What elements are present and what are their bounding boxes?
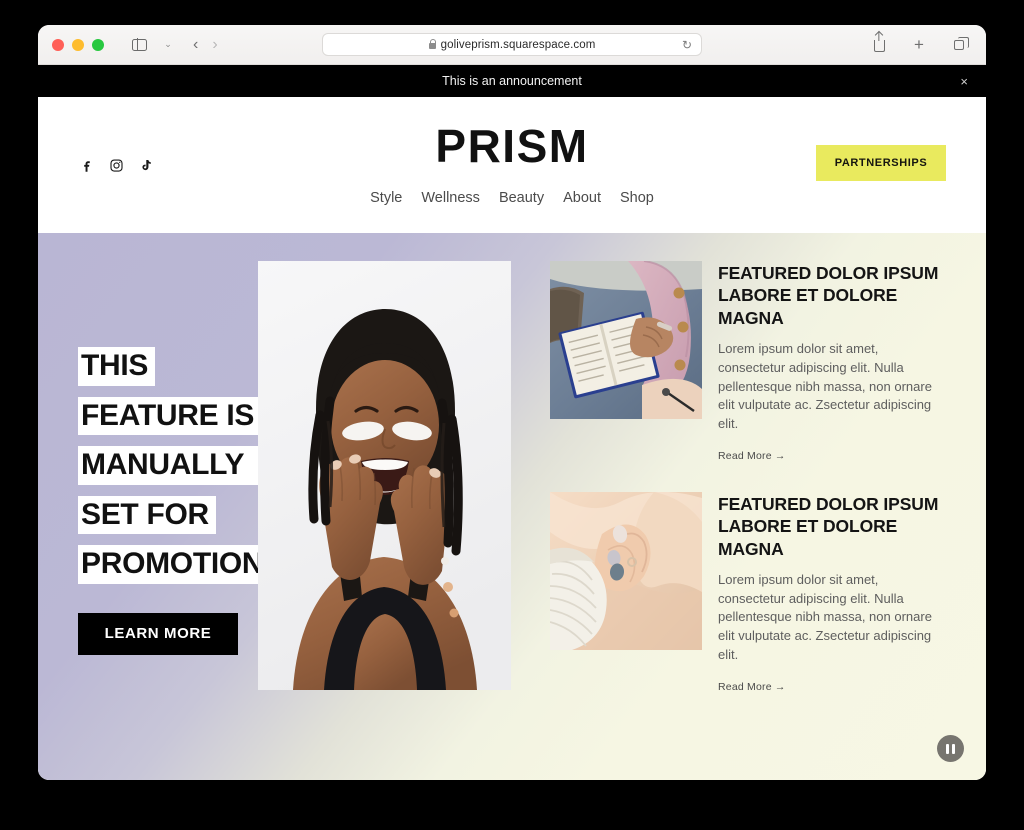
url-text: goliveprism.squarespace.com bbox=[440, 38, 596, 51]
back-button[interactable]: ‹ bbox=[193, 36, 198, 53]
sidebar-icon bbox=[131, 38, 147, 51]
minimize-window-button[interactable] bbox=[72, 38, 84, 51]
feature-thumbnail-fabric[interactable] bbox=[550, 491, 702, 650]
browser-window: ⌄ ‹ › goliveprism.squarespace.com ↻ + Th… bbox=[38, 25, 986, 780]
tabs-overview-icon bbox=[954, 37, 969, 50]
announcement-bar: This is an announcement × bbox=[38, 65, 986, 97]
learn-more-button[interactable]: LEARN MORE bbox=[78, 612, 238, 655]
close-window-button[interactable] bbox=[52, 38, 64, 51]
pause-icon-bar-2 bbox=[952, 743, 955, 754]
navigation-controls: ‹ › bbox=[193, 36, 218, 53]
slideshow-pause-button[interactable] bbox=[937, 735, 964, 762]
forward-button[interactable]: › bbox=[212, 36, 217, 53]
headline-line-1: THIS bbox=[78, 347, 156, 386]
nav-item-wellness[interactable]: Wellness bbox=[421, 190, 480, 206]
zoom-window-button[interactable] bbox=[92, 38, 104, 51]
share-button[interactable] bbox=[866, 33, 892, 57]
sidebar-dropdown-button[interactable]: ⌄ bbox=[155, 33, 181, 57]
lock-icon bbox=[428, 38, 437, 49]
window-controls bbox=[52, 38, 104, 51]
arrow-right-icon: → bbox=[774, 680, 786, 693]
chevron-down-icon: ⌄ bbox=[164, 39, 172, 49]
feature-thumbnail-reading[interactable] bbox=[550, 261, 702, 419]
address-bar[interactable]: goliveprism.squarespace.com ↻ bbox=[322, 33, 702, 56]
pause-icon bbox=[946, 743, 949, 754]
feature-body: FEATURED DOLOR IPSUM LABORE ET DOLORE MA… bbox=[718, 492, 943, 695]
feature-title: FEATURED DOLOR IPSUM LABORE ET DOLORE MA… bbox=[718, 263, 939, 328]
feature-title: FEATURED DOLOR IPSUM LABORE ET DOLORE MA… bbox=[718, 493, 939, 559]
headline-line-5: PROMOTION bbox=[78, 545, 271, 584]
tab-overview-button[interactable] bbox=[946, 33, 972, 57]
nav-item-beauty[interactable]: Beauty bbox=[499, 190, 544, 206]
toolbar-right-actions: + bbox=[866, 33, 972, 57]
partnerships-button[interactable]: PARTNERSHIPS bbox=[816, 145, 946, 181]
featured-articles-list: FEATURED DOLOR IPSUM LABORE ET DOLORE MA… bbox=[550, 261, 943, 723]
toggle-sidebar-button[interactable] bbox=[126, 33, 152, 57]
read-more-label: Read More bbox=[718, 449, 772, 462]
feature-description: Lorem ipsum dolor sit amet, consectetur … bbox=[718, 341, 932, 432]
read-more-link[interactable]: Read More → bbox=[718, 450, 786, 462]
feature-card[interactable]: FEATURED DOLOR IPSUM LABORE ET DOLORE MA… bbox=[550, 261, 943, 464]
close-icon[interactable]: × bbox=[960, 75, 968, 88]
read-more-label: Read More bbox=[718, 680, 772, 693]
announcement-text: This is an announcement bbox=[442, 74, 582, 88]
sidebar-controls: ⌄ bbox=[126, 33, 181, 57]
nav-item-shop[interactable]: Shop bbox=[620, 190, 654, 206]
reload-button[interactable]: ↻ bbox=[682, 38, 692, 52]
page-viewport: This is an announcement × PRISM Style We… bbox=[38, 65, 986, 780]
plus-icon: + bbox=[914, 35, 924, 54]
main-navigation: Style Wellness Beauty About Shop bbox=[38, 190, 986, 206]
headline-line-4: SET FOR bbox=[78, 495, 216, 535]
nav-item-about[interactable]: About bbox=[563, 190, 601, 206]
site-header: PRISM Style Wellness Beauty About Shop P… bbox=[38, 97, 986, 233]
nav-item-style[interactable]: Style bbox=[370, 190, 402, 206]
new-tab-button[interactable]: + bbox=[906, 33, 932, 57]
feature-card[interactable]: FEATURED DOLOR IPSUM LABORE ET DOLORE MA… bbox=[550, 491, 943, 695]
read-more-link[interactable]: Read More → bbox=[718, 681, 786, 693]
arrow-right-icon: → bbox=[774, 449, 786, 462]
hero-section: THIS FEATURE IS MANUALLY SET FOR PROMOTI… bbox=[38, 233, 986, 780]
hero-image bbox=[258, 261, 511, 690]
feature-description: Lorem ipsum dolor sit amet, consectetur … bbox=[718, 571, 932, 662]
feature-body: FEATURED DOLOR IPSUM LABORE ET DOLORE MA… bbox=[718, 261, 943, 464]
share-icon bbox=[873, 40, 885, 52]
browser-toolbar: ⌄ ‹ › goliveprism.squarespace.com ↻ + bbox=[38, 25, 986, 65]
